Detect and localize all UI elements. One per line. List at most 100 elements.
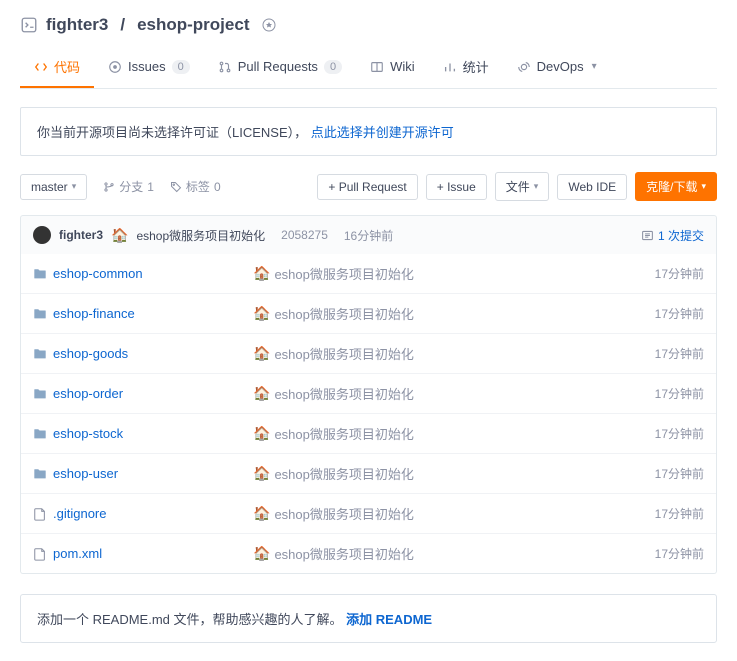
tab-label: Pull Requests [238,59,318,74]
file-commit-msg[interactable]: 🏠eshop微服务项目初始化 [253,304,655,323]
file-commit-msg[interactable]: 🏠eshop微服务项目初始化 [253,384,655,403]
tab-label: DevOps [537,59,584,74]
new-issue-button[interactable]: + Issue [426,174,487,200]
tab-stats[interactable]: 统计 [429,47,503,88]
house-icon: 🏠 [253,505,270,522]
file-icon [33,506,47,522]
file-name-cell: eshop-user [33,466,253,482]
chevron-down-icon: ▾ [701,181,706,192]
file-row: eshop-finance 🏠eshop微服务项目初始化17分钟前 [21,294,716,334]
pulls-count-badge: 0 [324,60,342,74]
file-list: eshop-common🏠eshop微服务项目初始化17分钟前eshop-fin… [20,254,717,574]
tab-label: 统计 [463,57,489,76]
branch-name: master [31,180,68,194]
file-link[interactable]: eshop-finance [53,306,135,321]
file-row: .gitignore 🏠eshop微服务项目初始化17分钟前 [21,494,716,534]
issues-icon [108,60,122,74]
file-commit-msg[interactable]: 🏠eshop微服务项目初始化 [253,264,655,283]
branch-icon [103,181,115,193]
file-row: eshop-order 🏠eshop微服务项目初始化17分钟前 [21,374,716,414]
file-link[interactable]: eshop-common [53,266,143,281]
license-create-link[interactable]: 点此选择并创建开源许可 [311,125,454,140]
tab-wiki[interactable]: Wiki [356,47,429,88]
folder-icon [33,346,47,362]
file-name-cell: pom.xml [33,546,253,562]
latest-commit-bar: fighter3 🏠 eshop微服务项目初始化 2058275 16分钟前 1… [20,215,717,254]
file-commit-msg[interactable]: 🏠eshop微服务项目初始化 [253,464,655,483]
web-ide-button[interactable]: Web IDE [557,174,627,200]
file-link[interactable]: eshop-stock [53,426,123,441]
commit-message[interactable]: eshop微服务项目初始化 [136,227,265,244]
branch-select[interactable]: master ▾ [20,174,87,200]
branch-info: 分支 1 标签 0 [103,178,220,195]
folder-icon [33,386,47,402]
house-icon: 🏠 [253,265,270,282]
house-icon: 🏠 [253,345,270,362]
folder-icon [33,266,47,282]
file-link[interactable]: eshop-user [53,466,118,481]
tab-devops[interactable]: DevOps ▾ [503,47,611,88]
file-name-cell: eshop-order [33,386,253,402]
add-readme-link[interactable]: 添加 README [346,612,432,627]
file-time: 17分钟前 [655,345,704,362]
chevron-down-icon: ▾ [72,181,77,192]
file-commit-msg[interactable]: 🏠eshop微服务项目初始化 [253,544,655,563]
project-link[interactable]: eshop-project [137,15,249,35]
file-time: 17分钟前 [655,425,704,442]
tags-link[interactable]: 标签 0 [170,178,221,195]
owner-link[interactable]: fighter3 [46,15,108,35]
file-time: 17分钟前 [655,505,704,522]
tab-label: 代码 [54,57,80,76]
house-icon: 🏠 [253,545,270,562]
notice-text: 你当前开源项目尚未选择许可证（LICENSE）， [37,125,307,140]
house-icon: 🏠 [253,385,270,402]
nav-tabs: 代码 Issues 0 Pull Requests 0 Wiki 统计 DevO… [20,47,717,89]
files-button[interactable]: 文件 ▾ [495,172,550,201]
devops-icon [517,60,531,74]
file-commit-msg[interactable]: 🏠eshop微服务项目初始化 [253,504,655,523]
pull-request-icon [218,60,232,74]
file-row: eshop-common🏠eshop微服务项目初始化17分钟前 [21,254,716,294]
readme-prompt: 添加一个 README.md 文件，帮助感兴趣的人了解。 添加 README [20,594,717,643]
issues-count-badge: 0 [172,60,190,74]
file-commit-msg[interactable]: 🏠eshop微服务项目初始化 [253,344,655,363]
file-link[interactable]: eshop-goods [53,346,128,361]
tab-pull-requests[interactable]: Pull Requests 0 [204,47,356,88]
repo-title: fighter3 / eshop-project [20,15,717,35]
house-icon: 🏠 [253,305,270,322]
file-name-cell: eshop-stock [33,426,253,442]
commits-count-link[interactable]: 1 次提交 [641,227,704,244]
file-link[interactable]: eshop-order [53,386,123,401]
badge-icon [261,17,277,33]
clone-download-button[interactable]: 克隆/下载 ▾ [635,172,717,201]
file-time: 17分钟前 [655,385,704,402]
tag-icon [170,181,182,193]
tab-label: Wiki [390,59,415,74]
stats-icon [443,60,457,74]
tab-code[interactable]: 代码 [20,47,94,88]
file-commit-msg[interactable]: 🏠eshop微服务项目初始化 [253,424,655,443]
file-link[interactable]: pom.xml [53,546,102,561]
house-icon: 🏠 [253,465,270,482]
house-icon: 🏠 [111,227,128,244]
file-time: 17分钟前 [655,545,704,562]
repo-toolbar: master ▾ 分支 1 标签 0 + Pull Request + Issu… [20,172,717,201]
file-time: 17分钟前 [655,305,704,322]
folder-icon [33,426,47,442]
file-row: eshop-user 🏠eshop微服务项目初始化17分钟前 [21,454,716,494]
commit-author[interactable]: fighter3 [59,228,103,242]
commit-sha[interactable]: 2058275 [281,228,328,242]
file-icon [33,546,47,562]
tab-issues[interactable]: Issues 0 [94,47,204,88]
wiki-icon [370,60,384,74]
new-pull-request-button[interactable]: + Pull Request [317,174,417,200]
file-link[interactable]: .gitignore [53,506,106,521]
file-row: pom.xml 🏠eshop微服务项目初始化17分钟前 [21,534,716,573]
file-time: 17分钟前 [655,465,704,482]
folder-icon [33,466,47,482]
branches-link[interactable]: 分支 1 [103,178,154,195]
file-row: eshop-goods 🏠eshop微服务项目初始化17分钟前 [21,334,716,374]
avatar[interactable] [33,226,51,244]
chevron-down-icon: ▾ [592,61,597,72]
list-icon [641,229,654,242]
